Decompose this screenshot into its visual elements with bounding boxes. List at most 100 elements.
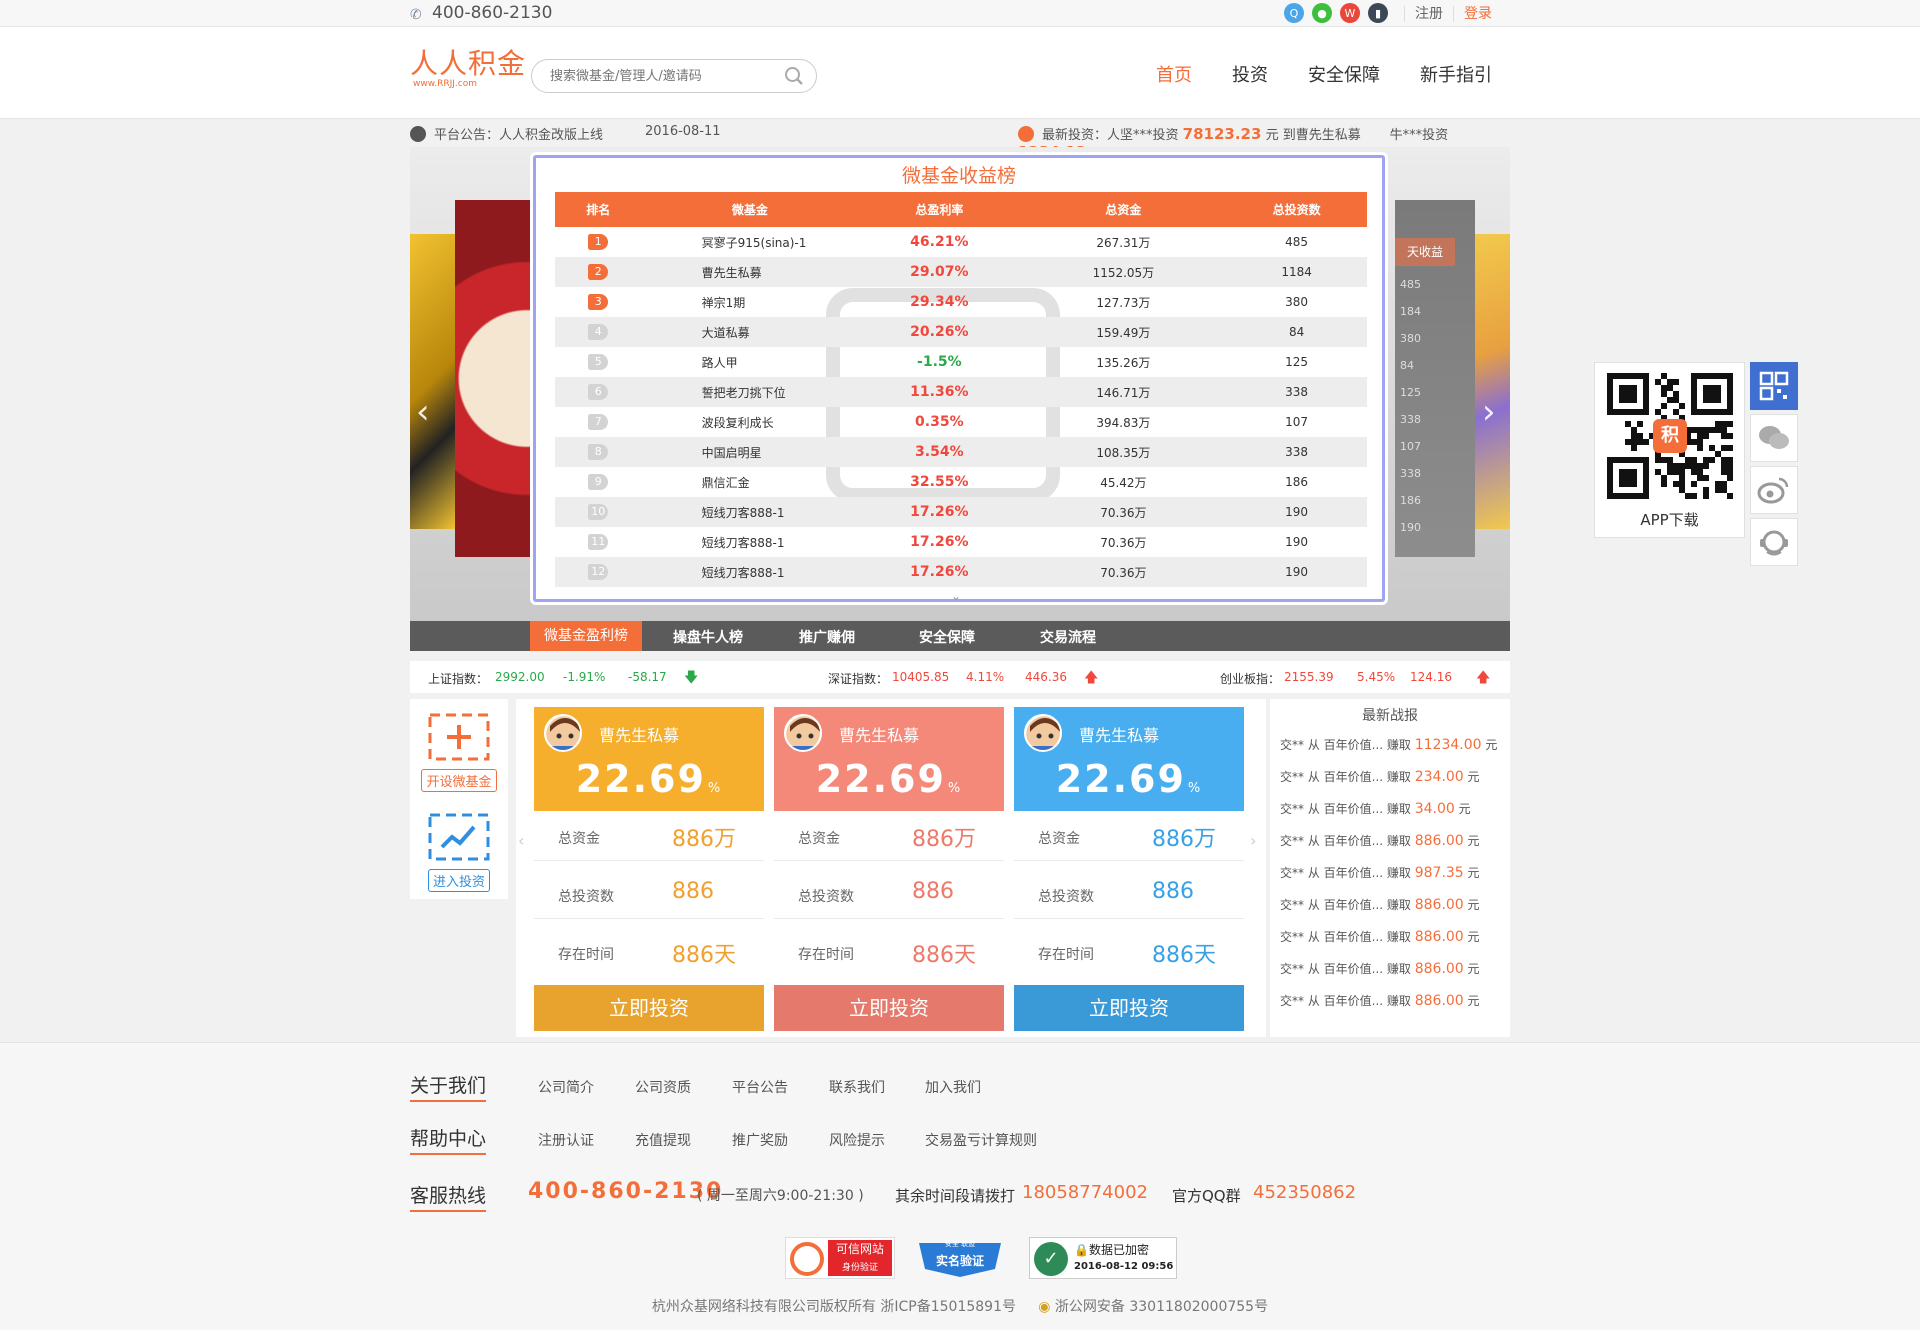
stat-value: 886万 (672, 827, 736, 852)
cards-prev-arrow[interactable]: ‹ (518, 831, 524, 850)
ranking-row[interactable]: 7 波段复利成长 0.35% 394.83万 107 (555, 407, 1367, 437)
fund-name[interactable]: 波段复利成长 (642, 407, 859, 437)
fund-card[interactable]: 曹先生私募 22.69% 总资金 886万 总投资数 886 存在时间 886天 立即投资 (774, 707, 1004, 1031)
tab-traders[interactable]: 操盘牛人榜 (673, 627, 743, 647)
search-input[interactable] (550, 66, 770, 86)
ranking-row[interactable]: 5 路人甲 -1.5% 135.26万 125 (555, 347, 1367, 377)
index-value: 2155.39 (1284, 670, 1334, 684)
fund-card[interactable]: 曹先生私募 22.69% 总资金 886万 总投资数 886 存在时间 886天 立即投资 (534, 707, 764, 1031)
enter-invest-button[interactable]: 进入投资 (410, 813, 508, 892)
card-return-value: 22.69 (815, 757, 946, 801)
rank-cell: 5 (555, 347, 642, 377)
invest-now-button[interactable]: 立即投资 (774, 985, 1004, 1031)
footer-link[interactable]: 风险提示 (829, 1130, 885, 1150)
fund-name[interactable]: 大道私募 (641, 317, 859, 347)
invest-now-button[interactable]: 立即投资 (534, 985, 764, 1031)
news-suffix: 元 (1467, 770, 1480, 784)
stat-value: 886 (672, 879, 714, 904)
card-return-value: 22.69 (575, 757, 706, 801)
banner-next-arrow[interactable]: › (1482, 392, 1496, 432)
cards-next-arrow[interactable]: › (1250, 831, 1256, 850)
refresh-icon (1018, 126, 1034, 142)
fund-name[interactable]: 短线刀客888-1 (641, 497, 859, 527)
fund-name[interactable]: 鼎信汇金 (642, 467, 859, 497)
register-link[interactable]: 注册 (1404, 6, 1453, 22)
ranking-row[interactable]: 9 鼎信汇金 32.55% 45.42万 186 (555, 467, 1367, 497)
fund-name[interactable]: 路人甲 (642, 347, 859, 377)
wechat-icon[interactable]: ● (1312, 3, 1332, 23)
ranking-row[interactable]: 2 曹先生私募 29.07% 1152.05万 1184 (555, 257, 1367, 287)
banner-prev-arrow[interactable]: ‹ (416, 392, 430, 432)
news-item[interactable]: 交** 从 百年价值... 赚取 34.00 元 (1280, 800, 1471, 817)
real-name-badge[interactable]: 安全 联盟 实名验证 (913, 1237, 1007, 1279)
fund-name[interactable]: 曹先生私募 (641, 257, 859, 287)
announcement[interactable]: 平台公告：人人积金改版上线 (410, 124, 603, 143)
nav-invest[interactable]: 投资 (1232, 61, 1268, 87)
footer-link[interactable]: 充值提现 (635, 1130, 691, 1150)
footer-link[interactable]: 联系我们 (829, 1077, 885, 1097)
news-item[interactable]: 交** 从 百年价值... 赚取 886.00 元 (1280, 832, 1480, 849)
news-item[interactable]: 交** 从 百年价值... 赚取 886.00 元 (1280, 992, 1480, 1009)
ranking-row[interactable]: 10 短线刀客888-1 17.26% 70.36万 190 (555, 497, 1367, 527)
fund-count: 485 (1285, 235, 1309, 249)
banner-slide-left (455, 200, 535, 557)
app-icon[interactable]: ▮ (1368, 3, 1388, 23)
search-icon[interactable] (784, 66, 804, 86)
tab-security[interactable]: 安全保障 (919, 627, 975, 647)
fund-name[interactable]: 短线刀客888-1 (641, 557, 859, 587)
logo-text: 人人积金 (410, 47, 527, 80)
ranking-row[interactable]: 4 大道私募 20.26% 159.49万 84 (555, 317, 1367, 347)
customer-service-button[interactable] (1750, 518, 1798, 566)
ranking-row[interactable]: 1 冥寥子915(sina)-1 46.21% 267.31万 485 (555, 227, 1367, 257)
news-item[interactable]: 交** 从 百年价值... 赚取 234.00 元 (1280, 768, 1480, 785)
tab-process[interactable]: 交易流程 (1040, 627, 1096, 647)
app-download-panel[interactable]: 积 APP下载 (1594, 362, 1745, 538)
fund-name[interactable]: 短线刀客888-1 (642, 527, 859, 557)
nav-guide[interactable]: 新手指引 (1420, 61, 1492, 87)
card-return-unit: % (707, 781, 723, 796)
nav-home[interactable]: 首页 (1156, 61, 1192, 87)
fund-name[interactable]: 冥寥子915(sina)-1 (642, 227, 859, 257)
wechat-button[interactable] (1750, 414, 1798, 462)
open-fund-button[interactable]: 开设微基金 (410, 713, 508, 792)
footer-link[interactable]: 公司资质 (635, 1077, 691, 1097)
tab-fund-profit[interactable]: 微基金盈利榜 (530, 621, 642, 651)
fund-name[interactable]: 中国启明星 (641, 437, 859, 467)
news-suffix: 元 (1458, 802, 1471, 816)
ranking-row[interactable]: 3 禅宗1期 29.34% 127.73万 380 (555, 287, 1367, 317)
login-link[interactable]: 登录 (1453, 6, 1502, 22)
trusted-site-badge[interactable]: 可信网站 身份验证 (785, 1237, 895, 1279)
news-item[interactable]: 交** 从 百年价值... 赚取 886.00 元 (1280, 896, 1480, 913)
fund-card[interactable]: 曹先生私募 22.69% 总资金 886万 总投资数 886 存在时间 886天 立即投资 (1014, 707, 1244, 1031)
footer-link[interactable]: 交易盈亏计算规则 (925, 1130, 1037, 1150)
news-item[interactable]: 交** 从 百年价值... 赚取 886.00 元 (1280, 960, 1480, 977)
invest-now-button[interactable]: 立即投资 (1014, 985, 1244, 1031)
ranking-row[interactable]: 12 短线刀客888-1 17.26% 70.36万 190 (555, 557, 1367, 587)
news-item[interactable]: 交** 从 百年价值... 赚取 987.35 元 (1280, 864, 1480, 881)
fund-name[interactable]: 誓把老刀挑下位 (641, 377, 859, 407)
news-item[interactable]: 交** 从 百年价值... 赚取 11234.00 元 (1280, 736, 1497, 753)
fund-name[interactable]: 禅宗1期 (642, 287, 859, 317)
tab-promotion[interactable]: 推广赚佣 (799, 627, 855, 647)
footer-link[interactable]: 推广奖励 (732, 1130, 788, 1150)
footer-link[interactable]: 注册认证 (538, 1130, 594, 1150)
qrcode-button[interactable] (1750, 362, 1798, 410)
chevron-down-icon[interactable]: ⌄ (951, 589, 961, 603)
cert3-date: 2016-08-12 09:56 (1074, 1261, 1174, 1272)
logo[interactable]: 人人积金 www.RRJJ.com (410, 47, 527, 90)
footer-link[interactable]: 加入我们 (925, 1077, 981, 1097)
footer-link[interactable]: 平台公告 (732, 1077, 788, 1097)
about-title: 关于我们 (410, 1071, 487, 1102)
fund-count: 190 (1226, 557, 1367, 587)
ranking-row[interactable]: 8 中国启明星 3.54% 108.35万 338 (555, 437, 1367, 467)
news-item[interactable]: 交** 从 百年价值... 赚取 886.00 元 (1280, 928, 1480, 945)
data-encrypted-badge[interactable]: ✓ 🔒数据已加密 2016-08-12 09:56 (1029, 1237, 1177, 1279)
stat-label: 总资金 (798, 831, 840, 847)
weibo-button[interactable] (1750, 466, 1798, 514)
footer-link[interactable]: 公司简介 (538, 1077, 594, 1097)
ranking-row[interactable]: 11 短线刀客888-1 17.26% 70.36万 190 (555, 527, 1367, 557)
nav-security[interactable]: 安全保障 (1308, 61, 1380, 87)
ranking-row[interactable]: 6 誓把老刀挑下位 11.36% 146.71万 338 (555, 377, 1367, 407)
weibo-icon[interactable]: W (1340, 3, 1360, 23)
qq-icon[interactable]: Q (1284, 3, 1304, 23)
